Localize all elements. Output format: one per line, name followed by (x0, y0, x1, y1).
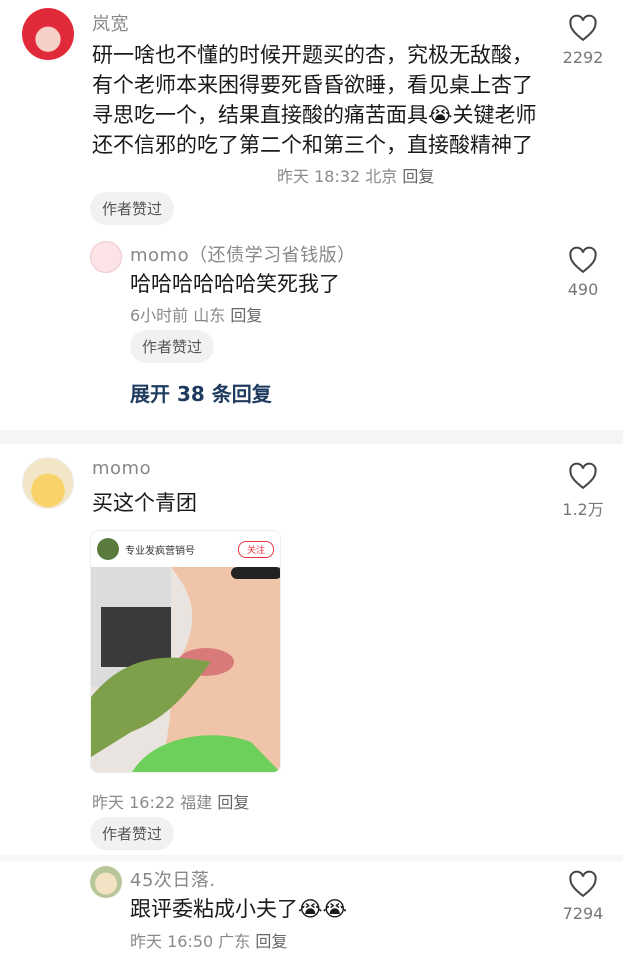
reply-location: 山东 (193, 306, 226, 325)
reply-meta: 昨天 16:50 广东 回复 (130, 928, 287, 952)
heart-outline-icon (569, 870, 597, 898)
avatar[interactable] (22, 457, 74, 509)
photo (91, 567, 280, 772)
comment-location: 北京 (365, 167, 398, 186)
avatar[interactable] (22, 8, 74, 60)
expand-replies-button[interactable]: 展开 38 条回复 (130, 378, 272, 407)
reply-button[interactable]: 回复 (402, 167, 434, 186)
like-button[interactable]: 2292 (553, 14, 613, 67)
comment-author[interactable]: 岚宽 (92, 10, 129, 36)
author-liked-badge: 作者赞过 (90, 192, 175, 225)
reply-author[interactable]: 45次日落. (130, 866, 216, 892)
comment-author[interactable]: momo (92, 458, 151, 479)
author-liked-badge: 作者赞过 (90, 817, 175, 850)
embed-avatar (97, 538, 119, 560)
comment-time: 昨天 18:32 (277, 167, 361, 186)
divider (0, 855, 623, 861)
comment-time: 昨天 16:22 (92, 793, 176, 812)
reply-button[interactable]: 回复 (230, 306, 262, 325)
comment-image[interactable]: 专业发疯营销号 关注 (90, 530, 281, 773)
reply-text: 哈哈哈哈哈哈笑死我了 (130, 272, 340, 296)
comment-meta: 昨天 16:22 福建 回复 (92, 789, 249, 813)
like-count: 490 (567, 280, 599, 299)
like-button[interactable]: 1.2万 (553, 462, 613, 520)
like-count: 7294 (562, 904, 604, 923)
embed-account: 专业发疯营销号 (125, 545, 195, 557)
comment-text: 研一啥也不懂的时候开题买的杏，究极无敌酸，有个老师本来困得要死昏昏欲睡，看见桌上… (92, 43, 537, 157)
reply-button[interactable]: 回复 (217, 793, 249, 812)
like-button[interactable]: 7294 (553, 870, 613, 923)
comment-location: 福建 (180, 793, 213, 812)
reply-author[interactable]: momo（还债学习省钱版） (130, 241, 356, 267)
author-liked-badge: 作者赞过 (130, 330, 215, 363)
reply-time: 6小时前 (130, 306, 189, 325)
reply-meta: 6小时前 山东 回复 (130, 302, 262, 326)
heart-outline-icon (569, 462, 597, 490)
like-count: 1.2万 (562, 500, 604, 519)
embed-header: 专业发疯营销号 关注 (91, 531, 280, 567)
reply-text: 跟评委粘成小夫了😭😭 (130, 897, 348, 921)
avatar[interactable] (90, 866, 122, 898)
divider (0, 430, 623, 444)
avatar[interactable] (90, 241, 122, 273)
like-count: 2292 (562, 48, 604, 67)
heart-outline-icon (569, 246, 597, 274)
comment-meta: 昨天 18:32 北京 回复 (277, 163, 434, 187)
embed-follow-button: 关注 (237, 540, 274, 558)
reply-button[interactable]: 回复 (255, 932, 287, 951)
heart-outline-icon (569, 14, 597, 42)
reply-location: 广东 (218, 932, 251, 951)
comment-text: 买这个青团 (92, 491, 197, 515)
reply-time: 昨天 16:50 (130, 932, 214, 951)
like-button[interactable]: 490 (553, 246, 613, 299)
